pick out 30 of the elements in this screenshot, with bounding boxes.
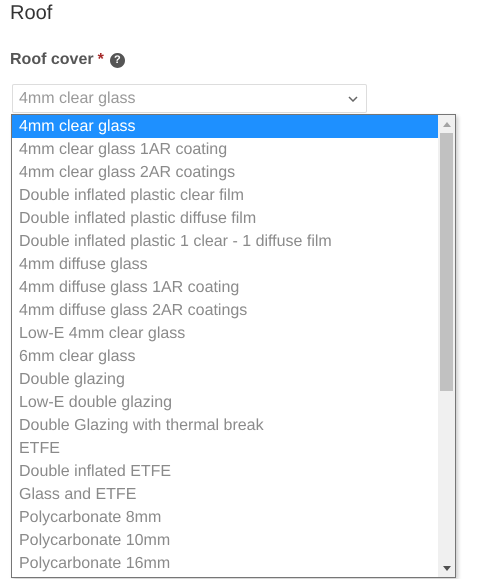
dropdown-option[interactable]: Double inflated ETFE: [12, 460, 438, 483]
scroll-up-icon[interactable]: [442, 122, 450, 127]
dropdown-option[interactable]: Polycarbonate 8mm: [12, 506, 438, 529]
dropdown-option[interactable]: Double glazing: [12, 368, 438, 391]
dropdown-option[interactable]: Polycarbonate 16mm: [12, 552, 438, 575]
dropdown-option[interactable]: 4mm clear glass: [12, 115, 438, 138]
required-mark: *: [98, 51, 104, 69]
dropdown-option[interactable]: Double inflated plastic clear film: [12, 184, 438, 207]
dropdown-option[interactable]: Double inflated plastic diffuse film: [12, 207, 438, 230]
dropdown-option[interactable]: 6mm clear glass: [12, 345, 438, 368]
dropdown-option[interactable]: Polycarbonate 10mm: [12, 529, 438, 552]
dropdown-option[interactable]: Double inflated plastic 1 clear - 1 diffuse film: [12, 230, 438, 253]
dropdown-option[interactable]: Low-E double glazing: [12, 391, 438, 414]
field-label: Roof cover: [10, 51, 94, 69]
dropdown-option[interactable]: Low-E 4mm clear glass: [12, 322, 438, 345]
roof-cover-select[interactable]: 4mm clear glass: [12, 84, 367, 113]
dropdown-option[interactable]: 4mm clear glass 2AR coatings: [12, 161, 438, 184]
scrollbar-thumb[interactable]: [440, 133, 453, 391]
dropdown-option[interactable]: 4mm diffuse glass 2AR coatings: [12, 299, 438, 322]
help-icon[interactable]: ?: [110, 52, 125, 68]
scrollbar[interactable]: [438, 115, 455, 577]
dropdown-option[interactable]: 4mm diffuse glass 1AR coating: [12, 276, 438, 299]
chevron-icon: [348, 96, 358, 102]
dropdown-option[interactable]: 4mm diffuse glass: [12, 253, 438, 276]
scroll-down-icon[interactable]: [442, 566, 450, 571]
dropdown-option[interactable]: Glass and ETFE: [12, 483, 438, 506]
dropdown-option[interactable]: ETFE: [12, 437, 438, 460]
dropdown-option[interactable]: Double Glazing with thermal break: [12, 414, 438, 437]
dropdown-option[interactable]: 4mm clear glass 1AR coating: [12, 138, 438, 161]
section-title: Roof: [10, 2, 52, 25]
